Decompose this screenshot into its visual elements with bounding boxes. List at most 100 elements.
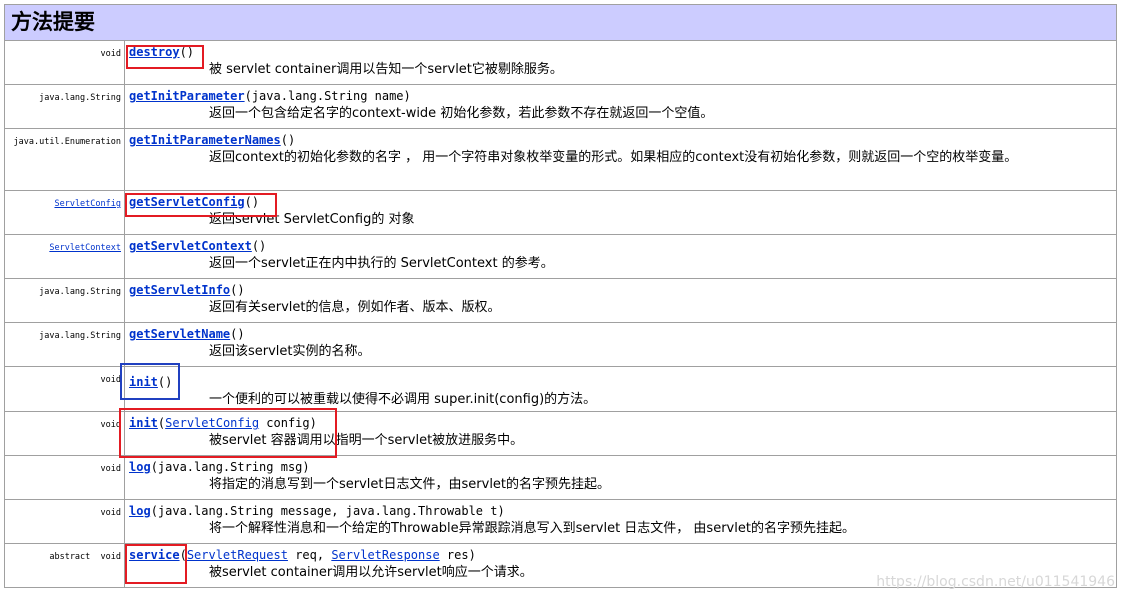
return-type-cell: ServletConfig bbox=[4, 190, 125, 235]
method-link-getservletinfo[interactable]: getServletInfo bbox=[129, 283, 230, 297]
method-params: () bbox=[280, 133, 296, 147]
method-params: () bbox=[251, 239, 267, 253]
return-type: java.lang.String bbox=[39, 287, 121, 297]
table-row: java.util.Enumeration getInitParameterNa… bbox=[4, 128, 1117, 191]
return-type: void bbox=[100, 508, 121, 518]
return-type-cell: java.util.Enumeration bbox=[4, 128, 125, 191]
method-signature: destroy() bbox=[129, 44, 1112, 60]
method-summary-table: 方法提要 void destroy() 被 servlet container调… bbox=[4, 4, 1117, 588]
method-cell: getServletContext() 返回一个servlet正在内中执行的 S… bbox=[124, 234, 1117, 279]
return-type-cell: java.lang.String bbox=[4, 278, 125, 323]
method-params-mid: req, bbox=[287, 548, 332, 562]
param-type-link-response[interactable]: ServletResponse bbox=[331, 548, 439, 562]
table-row: ServletConfig getServletConfig() 返回servl… bbox=[4, 190, 1117, 235]
method-params-rest: res) bbox=[439, 548, 476, 562]
method-signature: init(ServletConfig config) bbox=[129, 415, 1112, 431]
method-description: 返回该servlet实例的名称。 bbox=[209, 344, 371, 359]
table-row: void init(ServletConfig config) 被servlet… bbox=[4, 411, 1117, 456]
table-header-cell: 方法提要 bbox=[4, 4, 1117, 41]
table-row: java.lang.String getServletName() 返回该ser… bbox=[4, 322, 1117, 367]
method-link-getinitparameter[interactable]: getInitParameter bbox=[129, 89, 245, 103]
method-description: 返回一个包含给定名字的context-wide 初始化参数，若此参数不存在就返回… bbox=[209, 106, 714, 121]
method-link-log[interactable]: log bbox=[129, 460, 151, 474]
return-type-cell: ServletContext bbox=[4, 234, 125, 279]
method-cell: log(java.lang.String message, java.lang.… bbox=[124, 499, 1117, 544]
method-params: (java.lang.String name) bbox=[244, 89, 411, 103]
method-params-open: ( bbox=[179, 548, 187, 562]
method-params-rest: config) bbox=[259, 416, 317, 430]
method-params: () bbox=[230, 327, 245, 341]
method-description: 返回有关servlet的信息，例如作者、版本、版权。 bbox=[209, 300, 501, 315]
return-type-link[interactable]: ServletConfig bbox=[54, 199, 121, 209]
table-row: ServletContext getServletContext() 返回一个s… bbox=[4, 234, 1117, 279]
method-link-getservletcontext[interactable]: getServletContext bbox=[129, 239, 252, 253]
method-params: () bbox=[230, 283, 245, 297]
method-cell: getInitParameterNames() 返回context的初始化参数的… bbox=[124, 128, 1117, 191]
method-description: 将指定的消息写到一个servlet日志文件，由servlet的名字预先挂起。 bbox=[209, 477, 611, 492]
return-type-cell: void bbox=[4, 40, 125, 85]
method-link-getinitparameternames[interactable]: getInitParameterNames bbox=[129, 133, 281, 147]
method-params: () bbox=[157, 375, 173, 389]
watermark: https://blog.csdn.net/u011541946 bbox=[876, 574, 1115, 590]
method-description: 被servlet 容器调用以指明一个servlet被放进服务中。 bbox=[209, 433, 524, 448]
method-signature: getServletInfo() bbox=[129, 282, 1112, 298]
method-summary: 方法提要 void destroy() 被 servlet container调… bbox=[4, 4, 1117, 588]
return-type-cell: void bbox=[4, 499, 125, 544]
return-type-cell: java.lang.String bbox=[4, 322, 125, 367]
method-cell: init() 一个便利的可以被重载以使得不必调用 super.init(conf… bbox=[124, 366, 1117, 412]
table-row: void destroy() 被 servlet container调用以告知一… bbox=[4, 40, 1117, 85]
method-signature: log(java.lang.String message, java.lang.… bbox=[129, 503, 1112, 519]
method-params: () bbox=[179, 45, 195, 59]
return-type: void bbox=[100, 49, 121, 59]
method-link-log-throwable[interactable]: log bbox=[129, 504, 151, 518]
method-link-getservletconfig[interactable]: getServletConfig bbox=[129, 195, 245, 209]
method-signature: log(java.lang.String msg) bbox=[129, 459, 1112, 475]
return-type: java.lang.String bbox=[39, 93, 121, 103]
method-description: 被 servlet container调用以告知一个servlet它被剔除服务。 bbox=[209, 62, 563, 77]
param-type-link[interactable]: ServletConfig bbox=[165, 416, 259, 430]
method-cell: init(ServletConfig config) 被servlet 容器调用… bbox=[124, 411, 1117, 456]
return-type-link[interactable]: ServletContext bbox=[49, 243, 121, 253]
return-type-cell: java.lang.String bbox=[4, 84, 125, 129]
method-link-getservletname[interactable]: getServletName bbox=[129, 327, 230, 341]
table-row: java.lang.String getInitParameter(java.l… bbox=[4, 84, 1117, 129]
return-type: void bbox=[100, 464, 121, 474]
return-type: java.lang.String bbox=[39, 331, 121, 341]
method-signature: getInitParameter(java.lang.String name) bbox=[129, 88, 1112, 104]
method-cell: destroy() 被 servlet container调用以告知一个serv… bbox=[124, 40, 1117, 85]
return-type: abstract void bbox=[49, 552, 121, 562]
table-header-row: 方法提要 bbox=[4, 4, 1117, 41]
return-type-cell: void bbox=[4, 366, 125, 412]
table-row: java.lang.String getServletInfo() 返回有关se… bbox=[4, 278, 1117, 323]
method-description: 一个便利的可以被重载以使得不必调用 super.init(config)的方法。 bbox=[209, 392, 597, 407]
return-type-cell: void bbox=[4, 411, 125, 456]
return-type-cell: void bbox=[4, 455, 125, 500]
method-params: () bbox=[244, 195, 260, 209]
param-type-link-request[interactable]: ServletRequest bbox=[187, 548, 288, 562]
method-params: (java.lang.String message, java.lang.Thr… bbox=[150, 504, 505, 518]
method-cell: getServletInfo() 返回有关servlet的信息，例如作者、版本、… bbox=[124, 278, 1117, 323]
table-row: void log(java.lang.String message, java.… bbox=[4, 499, 1117, 544]
method-signature: getServletContext() bbox=[129, 238, 1112, 254]
method-link-init[interactable]: init bbox=[129, 375, 158, 389]
method-signature: init() bbox=[129, 374, 1112, 390]
method-link-destroy[interactable]: destroy bbox=[129, 45, 180, 59]
return-type: void bbox=[100, 375, 121, 385]
method-description: 返回一个servlet正在内中执行的 ServletContext 的参考。 bbox=[209, 256, 554, 271]
return-type: void bbox=[100, 420, 121, 430]
method-cell: getInitParameter(java.lang.String name) … bbox=[124, 84, 1117, 129]
table-row: void log(java.lang.String msg) 将指定的消息写到一… bbox=[4, 455, 1117, 500]
method-signature: getServletName() bbox=[129, 326, 1112, 342]
method-link-init-config[interactable]: init bbox=[129, 416, 158, 430]
method-signature: getInitParameterNames() bbox=[129, 132, 1112, 148]
method-cell: log(java.lang.String msg) 将指定的消息写到一个serv… bbox=[124, 455, 1117, 500]
table-row: void init() 一个便利的可以被重载以使得不必调用 super.init… bbox=[4, 366, 1117, 412]
method-description: 返回servlet ServletConfig的 对象 bbox=[209, 212, 415, 227]
return-type-cell: abstract void bbox=[4, 543, 125, 588]
method-cell: getServletConfig() 返回servlet ServletConf… bbox=[124, 190, 1117, 235]
section-title: 方法提要 bbox=[11, 10, 95, 34]
method-description: 将一个解释性消息和一个给定的Throwable异常跟踪消息写入到servlet … bbox=[209, 521, 855, 536]
return-type: java.util.Enumeration bbox=[13, 137, 121, 147]
method-signature: getServletConfig() bbox=[129, 194, 1112, 210]
method-link-service[interactable]: service bbox=[129, 548, 180, 562]
